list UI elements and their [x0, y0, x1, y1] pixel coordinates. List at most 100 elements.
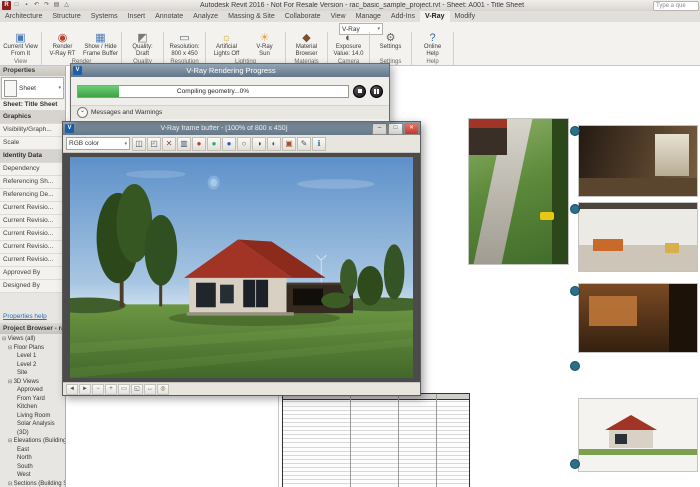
tree-item[interactable]: Solar Analysis [0, 420, 65, 429]
tree-item[interactable]: Living Room [0, 412, 65, 421]
vray-sun-button[interactable]: ☀ V-Ray Sun [246, 32, 283, 57]
tree-item[interactable]: Level 2 [0, 361, 65, 370]
type-selector[interactable]: Sheet ▾ [1, 77, 64, 99]
measure-icon[interactable]: △ [62, 1, 71, 10]
alpha-channel-icon[interactable]: ○ [237, 136, 251, 151]
ribbon-tab[interactable]: V-Ray [420, 11, 450, 22]
sheet-render-thumbnail[interactable] [578, 283, 698, 353]
project-browser-header[interactable]: Project Browser - rac_basic_sample_proje… [0, 323, 65, 334]
show-hide-frame-buffer-button[interactable]: ▦ Show / Hide Frame Buffer [82, 32, 119, 57]
online-help-button[interactable]: ? Online Help [414, 32, 451, 57]
ribbon-tab[interactable]: View [326, 11, 351, 22]
property-row[interactable]: Approved By [0, 267, 65, 280]
pan-icon[interactable]: ↔ [144, 383, 156, 395]
redo-icon[interactable]: ↷ [42, 1, 51, 10]
property-row[interactable]: Graphics [0, 111, 65, 124]
ribbon-tab[interactable]: Systems [86, 11, 123, 22]
tree-item[interactable]: 3D Views [0, 378, 65, 387]
artificial-lights-button[interactable]: ☼ Artificial Lights Off [208, 32, 245, 57]
material-browser-button[interactable]: ◆ Material Browser [288, 32, 325, 57]
property-row[interactable]: Referencing Sh... [0, 176, 65, 189]
property-row[interactable]: Designed By [0, 280, 65, 293]
maximize-button[interactable]: □ [388, 122, 403, 135]
tree-item[interactable]: West [0, 471, 65, 480]
ribbon-tab[interactable]: Architecture [0, 11, 47, 22]
render-vray-rt-button[interactable]: ◉ Render V-Ray RT [44, 32, 81, 57]
ribbon-tab[interactable]: Massing & Site [223, 11, 280, 22]
callout-marker[interactable] [570, 459, 580, 469]
ribbon-tab[interactable]: Analyze [188, 11, 223, 22]
callout-marker[interactable] [570, 204, 580, 214]
zoom-out-icon[interactable]: − [92, 383, 104, 395]
sheet-schedule-table[interactable] [282, 393, 470, 487]
color-correction-icon[interactable]: ◐ [267, 136, 281, 151]
duplicate-buffer-icon[interactable]: ▥ [177, 136, 191, 151]
expand-messages-button[interactable]: ⌄ [77, 107, 88, 118]
properties-header[interactable]: Properties [0, 65, 65, 76]
ribbon-tab[interactable]: Manage [351, 11, 386, 22]
pause-render-button[interactable] [370, 84, 383, 98]
tree-item[interactable]: From Yard [0, 395, 65, 404]
tree-item[interactable]: North [0, 454, 65, 463]
quality-button[interactable]: ◩ Quality: Draft [124, 32, 161, 57]
ribbon-tab[interactable]: Collaborate [280, 11, 326, 22]
channel-selector[interactable]: RGB color ▾ [66, 137, 130, 150]
app-logo-icon[interactable]: R [2, 1, 11, 10]
load-image-icon[interactable]: ◰ [147, 136, 161, 151]
image-next-icon[interactable]: ► [79, 383, 91, 395]
frame-buffer-canvas[interactable] [63, 153, 420, 382]
callout-marker[interactable] [570, 286, 580, 296]
sheet-render-thumbnail[interactable] [578, 125, 698, 197]
property-row[interactable]: Current Revisio... [0, 228, 65, 241]
tree-item[interactable]: Floor Plans [0, 344, 65, 353]
info-icon[interactable]: ℹ [312, 136, 326, 151]
zoom-100-icon[interactable]: ▭ [118, 383, 130, 395]
property-row[interactable]: Visibility/Graph... [0, 124, 65, 137]
sheet-render-thumbnail[interactable] [578, 202, 698, 272]
image-prev-icon[interactable]: ◄ [66, 383, 78, 395]
crosshair-icon[interactable]: ◎ [157, 383, 169, 395]
tree-item[interactable]: Approved [0, 386, 65, 395]
print-icon[interactable]: ▤ [52, 1, 61, 10]
property-row[interactable]: Dependency [0, 163, 65, 176]
sheet-render-thumbnail[interactable] [578, 398, 698, 472]
undo-icon[interactable]: ↶ [32, 1, 41, 10]
resolution-button[interactable]: ▭ Resolution: 800 x 450 [166, 32, 203, 57]
tree-item[interactable]: Site [0, 369, 65, 378]
stamp-icon[interactable]: ✎ [297, 136, 311, 151]
property-row[interactable]: Current Revisio... [0, 254, 65, 267]
stop-render-button[interactable] [353, 84, 366, 98]
tree-item[interactable]: Kitchen [0, 403, 65, 412]
region-render-icon[interactable]: ▣ [282, 136, 296, 151]
tree-item[interactable]: South [0, 463, 65, 472]
ribbon-tab[interactable]: Add-Ins [386, 11, 420, 22]
open-icon[interactable]: □ [12, 1, 21, 10]
tree-item[interactable]: Level 1 [0, 352, 65, 361]
property-row[interactable]: Current Revisio... [0, 241, 65, 254]
settings-button[interactable]: ⚙ Settings [372, 32, 409, 51]
tree-item[interactable]: Views (all) [0, 335, 65, 344]
monochrome-icon[interactable]: ◑ [252, 136, 266, 151]
clear-image-icon[interactable]: ✕ [162, 136, 176, 151]
callout-marker[interactable] [570, 361, 580, 371]
properties-help-link[interactable]: Properties help [3, 313, 65, 320]
close-button[interactable]: ✕ [404, 122, 419, 135]
frame-buffer-titlebar[interactable]: V V-Ray frame buffer - [100% of 800 x 45… [63, 122, 420, 135]
green-channel-icon[interactable]: ● [207, 136, 221, 151]
sheet-render-thumbnail[interactable] [468, 118, 569, 265]
ribbon-tab[interactable]: Insert [123, 11, 151, 22]
callout-marker[interactable] [570, 126, 580, 136]
ribbon-tab[interactable]: Structure [47, 11, 85, 22]
property-row[interactable]: Scale [0, 137, 65, 150]
ribbon-tab[interactable]: Annotate [150, 11, 188, 22]
red-channel-icon[interactable]: ● [192, 136, 206, 151]
tree-item[interactable]: Sections (Building Section) [0, 480, 65, 487]
fit-window-icon[interactable]: ◱ [131, 383, 143, 395]
save-icon[interactable]: ▪ [22, 1, 31, 10]
progress-dialog-titlebar[interactable]: V V-Ray Rendering Progress [71, 64, 389, 77]
zoom-in-icon[interactable]: + [105, 383, 117, 395]
tree-item[interactable]: East [0, 446, 65, 455]
save-image-icon[interactable]: ◫ [132, 136, 146, 151]
property-row[interactable]: Referencing De... [0, 189, 65, 202]
exposure-value-button[interactable]: ◐ Exposure Value: 14.0 [330, 32, 367, 57]
